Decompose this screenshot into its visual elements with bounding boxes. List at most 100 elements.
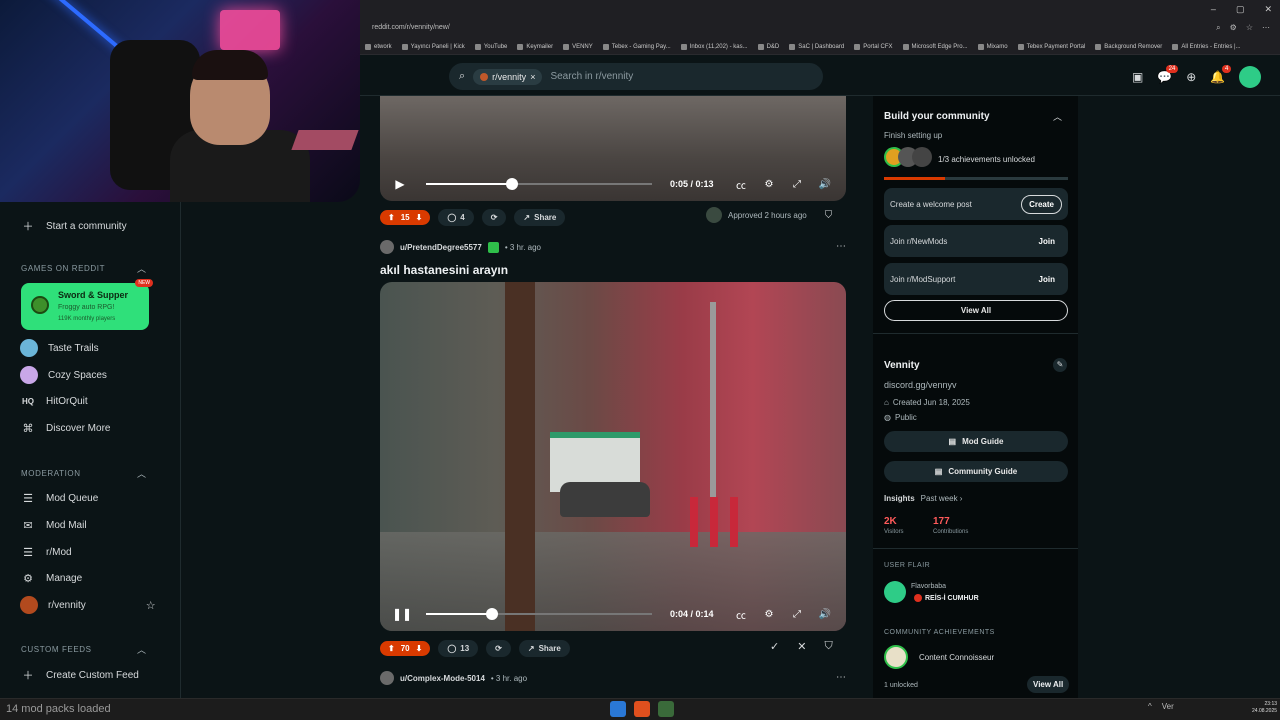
bookmark-item[interactable]: etwork (360, 43, 397, 50)
bookmark-item[interactable]: Yayıncı Paneli | Kick (397, 43, 470, 50)
comments-button[interactable]: ◯ 13 (438, 639, 479, 657)
notifications-icon[interactable]: 🔔 4 (1210, 65, 1232, 84)
share-button[interactable]: ↗ Share (518, 639, 570, 657)
chevron-up-icon[interactable]: ︿ (1053, 110, 1062, 123)
subreddit-chip[interactable]: r/vennity × (473, 68, 543, 85)
video-scrubber[interactable] (426, 178, 652, 190)
chevron-up-icon[interactable]: ︿ (137, 643, 146, 656)
sidebar-item-hitorquit[interactable]: HQ HitOrQuit (20, 393, 88, 409)
chevron-up-icon[interactable]: ^ (1148, 702, 1152, 711)
post-video[interactable]: ▶ 0:05 / 0:13 ㏄ ⚙ ⤢ 🔊 (380, 96, 846, 201)
clock[interactable]: 23:13 24.08.2025 (1252, 701, 1277, 715)
post-video[interactable]: ❚❚ 0:04 / 0:14 ㏄ ⚙ ⤢ 🔊 (380, 282, 846, 631)
bookmark-item[interactable]: Mixamo (973, 43, 1013, 50)
close-button[interactable]: ✕ (1264, 4, 1272, 15)
minimize-button[interactable]: – (1211, 4, 1216, 15)
chat-icon[interactable]: 💬 24 (1157, 65, 1179, 84)
join-button[interactable]: Join (1032, 233, 1062, 250)
volume-icon[interactable]: 🔊 (816, 609, 834, 620)
comments-button[interactable]: ◯ 4 (438, 208, 474, 226)
post-title[interactable]: akıl hastanesini arayın (380, 263, 508, 277)
windows-start-icon[interactable] (610, 701, 626, 717)
more-options-icon[interactable]: ⋯ (836, 241, 846, 252)
chevron-up-icon[interactable]: ︿ (137, 262, 146, 275)
view-all-button[interactable]: View All (884, 300, 1068, 321)
sidebar-item-cozy-spaces[interactable]: Cozy Spaces (20, 366, 107, 384)
gear-icon[interactable]: ⚙ (760, 609, 778, 620)
sidebar-item-r-mod[interactable]: ☰ r/Mod (20, 544, 72, 560)
join-button[interactable]: Join (1032, 271, 1062, 288)
brave-browser-icon[interactable] (634, 701, 650, 717)
scrubber-handle[interactable] (505, 178, 518, 190)
chevron-up-icon[interactable]: ︿ (137, 467, 146, 480)
sidebar-item-taste-trails[interactable]: Taste Trails (20, 339, 99, 357)
shield-icon[interactable]: ⛉ (824, 640, 832, 653)
more-options-icon[interactable]: ⋯ (836, 672, 846, 683)
video-scrubber[interactable] (426, 608, 652, 620)
url-field[interactable]: reddit.com/r/vennity/new/ (372, 24, 450, 31)
bookmark-item[interactable]: SaC | Dashboard (784, 43, 849, 50)
bookmark-item[interactable]: Microsoft Edge Pro... (898, 43, 973, 50)
sidebar-item-r-vennity[interactable]: r/vennity ☆ (20, 596, 156, 614)
scrubber-handle[interactable] (485, 608, 498, 620)
sidebar-item-discover-more[interactable]: ⌘ Discover More (20, 420, 111, 436)
user-avatar[interactable] (380, 671, 394, 685)
volume-icon[interactable]: 🔊 (816, 179, 834, 190)
bookmark-item[interactable]: Portal CFX (849, 43, 897, 50)
approve-icon[interactable]: ✓ (770, 640, 779, 653)
past-week-link[interactable]: Past week › (921, 494, 963, 503)
bookmark-item[interactable]: VENNY (558, 43, 598, 50)
play-icon[interactable]: ▶ (392, 177, 408, 191)
downvote-icon[interactable]: ⬇ (416, 213, 423, 222)
upvote-icon[interactable]: ⬆ (388, 213, 395, 222)
user-avatar[interactable] (1239, 66, 1262, 88)
fullscreen-icon[interactable]: ⤢ (788, 179, 806, 190)
user-avatar[interactable] (380, 240, 394, 254)
bookmark-item[interactable]: All Entries - Entries |... (1167, 43, 1245, 50)
upvote-icon[interactable]: ⬆ (388, 644, 395, 653)
bookmark-item[interactable]: Background Remover (1090, 43, 1167, 50)
search-bar[interactable]: ⌕ r/vennity × Search in r/vennity (449, 63, 823, 90)
vote-control[interactable]: ⬆ 70 ⬇ (380, 640, 431, 656)
maximize-button[interactable]: ▢ (1236, 4, 1245, 15)
bookmark-item[interactable]: D&D (753, 43, 785, 50)
shield-icon[interactable]: ⛉ (825, 210, 833, 221)
mod-guide-button[interactable]: ▤ Mod Guide (884, 431, 1068, 452)
extensions-icon[interactable]: ⚙ (1230, 23, 1237, 33)
menu-icon[interactable]: ⋯ (1262, 23, 1270, 33)
fullscreen-icon[interactable]: ⤢ (788, 609, 806, 620)
star-icon[interactable]: ☆ (146, 599, 156, 612)
create-custom-feed-item[interactable]: ＋ Create Custom Feed (20, 667, 139, 683)
post-username[interactable]: u/PretendDegree5577 (400, 243, 482, 252)
game-card-sword-supper[interactable]: Sword & Supper Froggy auto RPG! 119K mon… (21, 279, 153, 330)
sidebar-item-manage[interactable]: ⚙ Manage (20, 570, 82, 586)
post-username[interactable]: u/Complex-Mode-5014 (400, 674, 485, 683)
vote-control[interactable]: ⬆ 15 ⬇ (380, 209, 431, 225)
community-guide-button[interactable]: ▤ Community Guide (884, 461, 1068, 482)
remove-icon[interactable]: ✕ (797, 640, 806, 653)
crosspost-button[interactable]: ⟳ (486, 639, 511, 657)
chip-close-icon[interactable]: × (530, 72, 535, 82)
gear-icon[interactable]: ⚙ (760, 179, 778, 190)
create-button[interactable]: Create (1021, 194, 1062, 214)
achievements-view-all-button[interactable]: View All (1027, 676, 1070, 693)
bookmark-item[interactable]: YouTube (470, 43, 513, 50)
downvote-icon[interactable]: ⬇ (416, 644, 423, 653)
pause-icon[interactable]: ❚❚ (392, 607, 412, 621)
bookmark-item[interactable]: Tebex - Gaming Pay... (598, 43, 676, 50)
search-input[interactable]: Search in r/vennity (550, 71, 633, 82)
start-community-item[interactable]: ＋ Start a community (20, 218, 127, 234)
share-button[interactable]: ↗ Share (514, 208, 566, 226)
bookmark-item[interactable]: Inbox (11,202) - kas... (676, 43, 753, 50)
sidebar-item-mod-queue[interactable]: ☰ Mod Queue (20, 490, 98, 506)
ads-icon[interactable]: ▣ (1132, 70, 1143, 84)
bookmark-item[interactable]: Tebex Payment Portal (1013, 43, 1091, 50)
app-icon[interactable] (658, 701, 674, 717)
create-post-icon[interactable]: ⊕ (1186, 70, 1196, 84)
edit-icon[interactable]: ✎ (1053, 358, 1067, 372)
zoom-icon[interactable]: ⌕ (1216, 23, 1220, 33)
captions-icon[interactable]: ㏄ (732, 177, 750, 192)
sidebar-item-mod-mail[interactable]: ✉ Mod Mail (20, 517, 86, 533)
favorites-icon[interactable]: ☆ (1246, 23, 1253, 33)
captions-icon[interactable]: ㏄ (732, 607, 750, 622)
